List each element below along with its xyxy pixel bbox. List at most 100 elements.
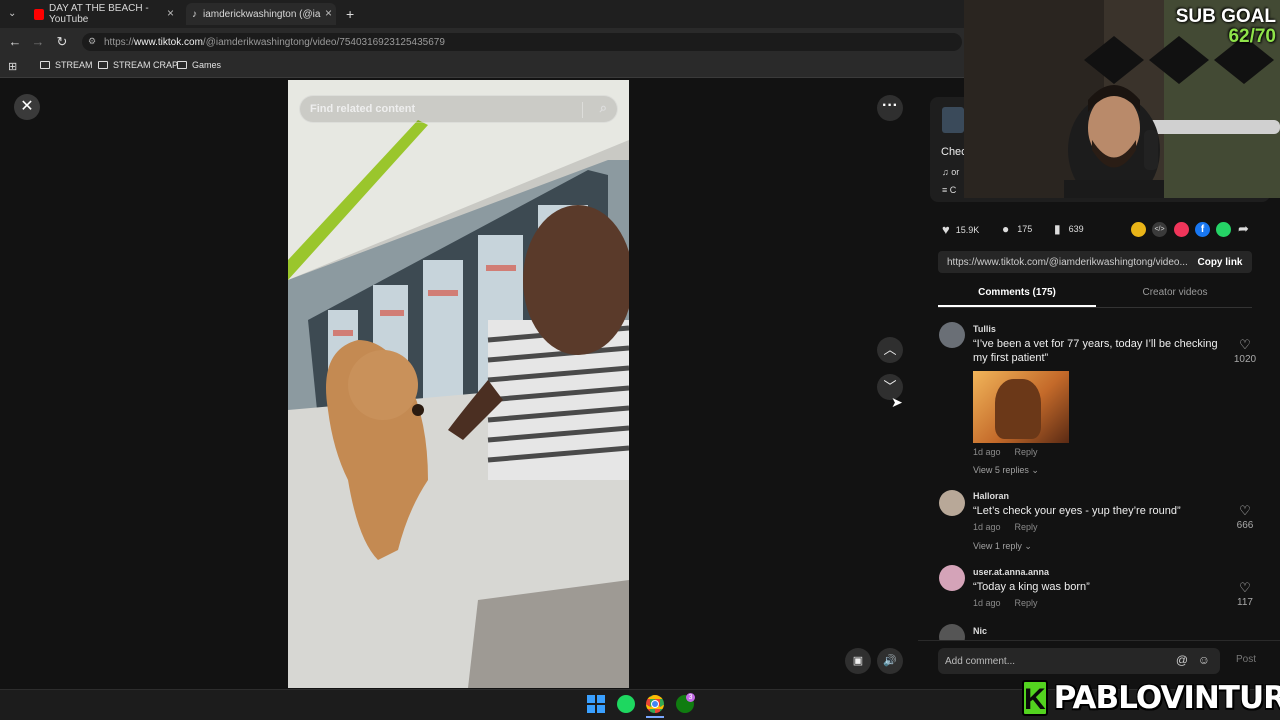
comment-stat[interactable]: ● 175 [1002,222,1032,236]
address-bar[interactable]: ⚙ https://www.tiktok.com/@iamderikwashin… [82,33,962,51]
like-stat[interactable]: ♥ 15.9K [942,222,979,237]
comment-username[interactable]: user.at.anna.anna [973,567,1049,577]
save-stat[interactable]: ▮ 639 [1054,222,1084,236]
folder-icon [177,61,187,69]
tab-title: DAY AT THE BEACH - YouTube [49,3,149,25]
sub-goal-count: 62/70 [1228,26,1276,47]
notification-badge: 3 [686,693,695,702]
active-app-indicator [646,716,664,718]
search-divider [582,102,583,118]
folder-icon [40,61,50,69]
mouse-cursor: ➤ [891,394,903,410]
search-placeholder: Find related content [310,103,416,115]
streamer-name: PABLOVINTURA [1053,680,1280,716]
comment-input[interactable]: Add comment... @ ☺ [938,648,1220,674]
reply-button[interactable]: Reply [1015,447,1038,457]
search-icon[interactable]: ⌕ [600,100,607,116]
music-row[interactable]: ♫ or [942,167,959,177]
view-replies-button[interactable]: View 5 replies ⌄ [973,465,1039,476]
comment-text: “Today a king was born” [973,581,1090,593]
avatar[interactable] [939,322,965,348]
video-player[interactable] [288,80,629,688]
avatar[interactable] [939,565,965,591]
comment-image[interactable] [973,371,1069,443]
close-icon[interactable]: ✕ [14,94,40,120]
video-caption: Chec [941,146,967,158]
comment-like-icon[interactable]: ♡ [1230,503,1260,519]
more-options-icon[interactable]: ··· [877,95,903,121]
save-count: 639 [1068,224,1084,234]
youtube-icon [34,8,45,20]
creator-avatar[interactable] [942,107,964,133]
picture-in-picture-icon[interactable]: ▣ [845,648,871,674]
comment-count: 175 [1017,224,1033,234]
comment-like-count: 117 [1237,597,1253,608]
chevron-up-icon: ︿ [883,342,897,357]
copy-link-button[interactable]: Copy link [1188,251,1252,273]
video-frame [288,80,629,688]
chevron-down-icon: ⌄ [1031,465,1039,475]
heart-icon: ♥ [942,222,950,237]
comment-username[interactable]: Tullis [973,324,996,334]
chevron-down-icon: ﹀ [883,379,897,394]
embed-icon[interactable]: </> [1152,222,1167,237]
comment-like-count: 1020 [1233,354,1257,365]
comment-like-icon[interactable]: ♡ [1230,337,1260,353]
previous-video-button[interactable]: ︿ [877,337,903,363]
bookmark-stream[interactable]: STREAM [40,60,93,70]
bookmark-games[interactable]: Games [177,60,221,70]
collection-row[interactable]: ≡ C [942,185,956,195]
tab-divider [938,307,1252,308]
tab-tiktok[interactable]: ♪ iamderickwashington (@ia × [186,3,336,25]
reply-button[interactable]: Reply [1015,598,1038,608]
comment-text: “Let’s check your eyes - yup they’re rou… [973,505,1181,517]
facebook-icon[interactable]: f [1195,222,1210,237]
forward-icon[interactable]: → [30,34,46,50]
emoji-icon[interactable]: ☺ [1198,653,1210,667]
video-link-text: https://www.tiktok.com/@iamderikwashingt… [947,256,1188,268]
comment-placeholder: Add comment... [945,655,1016,667]
volume-icon[interactable]: 🔊 [877,648,903,674]
chrome-center [651,700,659,708]
apps-grid-icon[interactable]: ⊞ [8,60,17,73]
whatsapp-icon[interactable] [1216,222,1231,237]
avatar[interactable] [939,490,965,516]
share-arrow-icon[interactable]: ➦ [1238,221,1249,237]
tab-creator-videos[interactable]: Creator videos [1096,287,1254,305]
comment-like-count: 666 [1236,520,1254,531]
reply-button[interactable]: Reply [1015,522,1038,532]
site-info-icon[interactable]: ⚙ [88,36,96,47]
mention-icon[interactable]: @ [1176,653,1188,667]
repost-icon[interactable] [1131,222,1146,237]
back-icon[interactable]: ← [7,34,23,50]
view-replies-label: View 5 replies [973,465,1029,475]
comment-meta: 1d ago Reply [973,598,1052,608]
close-tab-icon[interactable]: × [325,6,332,20]
comment-time: 1d ago [973,447,1001,457]
bookmark-label: Games [192,60,222,70]
bookmark-stream-crap[interactable]: STREAM CRAP [98,60,178,70]
chrome-icon[interactable] [646,695,664,713]
like-count: 15.9K [955,224,980,235]
comment-like-icon[interactable]: ♡ [1230,580,1260,596]
bookmark-label: STREAM [55,60,93,70]
post-button[interactable]: Post [1236,654,1256,665]
comment-text: “I’ve been a vet for 77 years, today I’l… [973,338,1218,364]
spotify-icon[interactable] [617,695,635,713]
new-tab-icon[interactable]: + [346,6,354,22]
comment-username[interactable]: Halloran [973,491,1009,501]
folder-icon [98,61,108,69]
search-input[interactable]: Find related content ⌕ [299,95,618,123]
tab-search-icon[interactable]: ⌄ [8,8,16,19]
windows-start-icon[interactable] [587,695,605,713]
reload-icon[interactable]: ↻ [54,34,70,50]
comment-username[interactable]: Nic [973,626,987,636]
comment-bubble-icon: ● [1002,222,1010,236]
comment-time: 1d ago [973,598,1001,608]
tab-youtube[interactable]: DAY AT THE BEACH - YouTube × [28,3,178,25]
close-tab-icon[interactable]: × [167,6,174,20]
music-label: or [951,167,960,177]
tab-comments[interactable]: Comments (175) [938,287,1096,305]
view-replies-button[interactable]: View 1 reply ⌄ [973,541,1032,552]
send-to-friends-icon[interactable] [1174,222,1189,237]
